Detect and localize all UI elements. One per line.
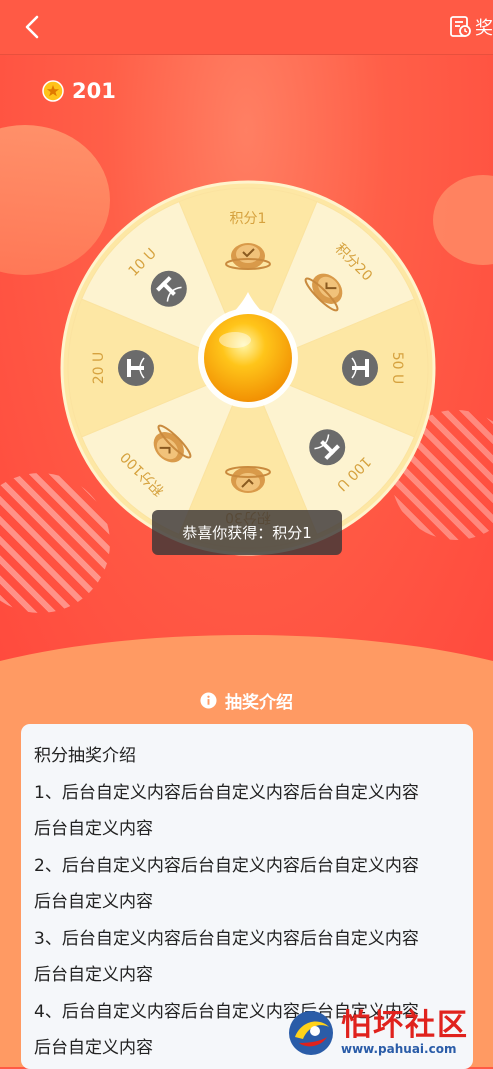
record-label: 奖	[475, 18, 493, 39]
lottery-hero: 201 积分1积分2050 U100 U积分30积分10020 U10 U 恭喜…	[0, 55, 493, 685]
prize-wheel[interactable]: 积分1积分2050 U100 U积分30积分10020 U10 U	[60, 180, 436, 556]
wheel-prize-label: 20 U	[91, 352, 107, 385]
intro-heading: 积分抽奖介绍	[34, 746, 136, 766]
points-coin-icon	[42, 80, 64, 102]
intro-line: 2、后台自定义内容后台自定义内容后台自定义内容	[34, 855, 419, 876]
back-arrow-icon[interactable]	[18, 12, 48, 42]
watermark-text: 怕坏社区	[341, 1008, 469, 1043]
intro-line: 后台自定义内容	[34, 892, 153, 912]
u-token-icon	[118, 350, 154, 386]
decor-circle-right	[433, 175, 493, 265]
intro-title: 抽奖介绍	[225, 692, 293, 713]
intro-line: 3、后台自定义内容后台自定义内容后台自定义内容	[34, 928, 419, 949]
watermark-url: www.pahuai.com	[341, 1042, 457, 1056]
win-toast: 恭喜你获得：积分1	[152, 510, 342, 555]
wheel-prize-label: 50 U	[389, 352, 405, 385]
record-icon	[450, 16, 471, 37]
info-icon	[200, 691, 217, 709]
top-bar: 奖	[0, 0, 493, 55]
prize-record-button[interactable]: 奖	[449, 10, 493, 44]
u-token-icon	[342, 350, 378, 386]
intro-section: 抽奖介绍 积分抽奖介绍 1、后台自定义内容后台自定义内容后台自定义内容 后台自定…	[0, 685, 493, 1069]
points-value: 201	[72, 79, 116, 103]
wheel-prize-label: 积分1	[230, 211, 267, 227]
intro-line: 后台自定义内容	[34, 819, 153, 839]
intro-title-bar: 抽奖介绍	[0, 685, 493, 715]
intro-line: 后台自定义内容	[34, 965, 153, 985]
decor-bottom-curve	[0, 635, 493, 685]
intro-line: 1、后台自定义内容后台自定义内容后台自定义内容	[34, 782, 419, 803]
wheel-canvas: 积分1积分2050 U100 U积分30积分10020 U10 U	[60, 180, 436, 556]
watermark: 怕坏社区 www.pahuai.com	[285, 1003, 485, 1063]
toast-message: 恭喜你获得：积分1	[182, 524, 312, 542]
watermark-logo-icon	[289, 1011, 333, 1055]
points-balance: 201	[42, 79, 116, 103]
